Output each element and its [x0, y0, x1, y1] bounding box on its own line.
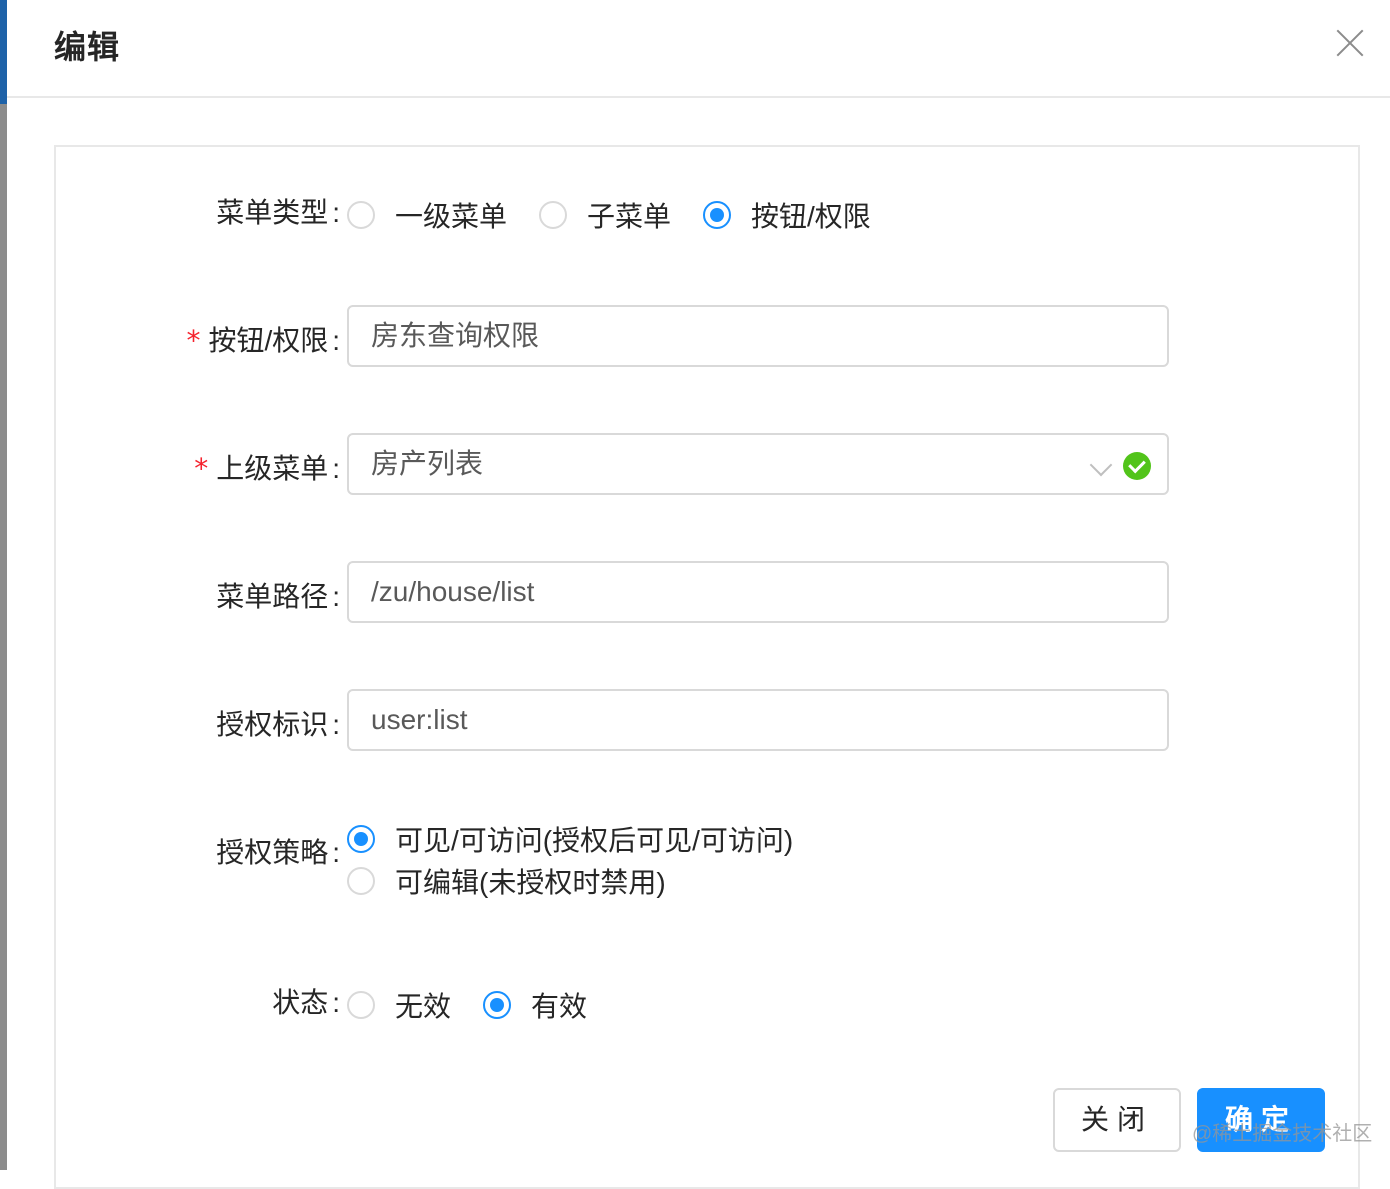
auth-strategy-row: 授权策略: 可见/可访问(授权后可见/可访问) 可编辑(未授权时禁用)	[56, 813, 1358, 898]
radio-circle-selected	[347, 825, 375, 853]
radio-label: 有效	[531, 991, 588, 1022]
edit-modal: 编辑 菜单类型: 一级菜单 子菜单 按钮/权限 *按钮/权限: 房东查询权限	[7, 0, 1390, 1189]
button-permission-label: * 按钮/权限:	[186, 324, 340, 357]
required-mark: *	[186, 324, 201, 357]
modal-header: 编辑	[7, 0, 1390, 98]
auth-strategy-label: 授权策略:	[216, 837, 340, 868]
radio-circle-selected	[483, 991, 511, 1019]
radio-editable[interactable]: 可编辑(未授权时禁用)	[347, 861, 666, 901]
parent-menu-value: 房产列表	[371, 448, 484, 479]
menu-path-row: 菜单路径: /zu/house/list	[56, 561, 1358, 623]
radio-valid[interactable]: 有效	[483, 985, 587, 1025]
radio-circle-selected	[703, 201, 731, 229]
check-circle-icon	[1123, 452, 1151, 480]
radio-label: 可编辑(未授权时禁用)	[395, 867, 666, 898]
auth-identifier-input[interactable]: user:list	[347, 689, 1169, 751]
radio-circle	[347, 867, 375, 895]
menu-path-label: 菜单路径:	[216, 581, 340, 612]
background-page-edge-header	[0, 0, 7, 104]
radio-circle	[347, 201, 375, 229]
status-label: 状态:	[272, 987, 340, 1018]
form-panel: 菜单类型: 一级菜单 子菜单 按钮/权限 * 按钮/权限: 房东查询权限 * 上级菜…	[54, 145, 1360, 1189]
radio-visible-accessible[interactable]: 可见/可访问(授权后可见/可访问)	[347, 819, 793, 859]
status-row: 状态: 无效 有效	[56, 981, 1358, 1022]
radio-label: 子菜单	[587, 201, 672, 232]
auth-identifier-row: 授权标识: user:list	[56, 689, 1358, 751]
modal-title: 编辑	[54, 29, 121, 65]
radio-circle	[347, 991, 375, 1019]
menu-type-row: 菜单类型: 一级菜单 子菜单 按钮/权限	[56, 191, 1358, 232]
watermark: @稀土掘金技术社区	[1192, 1123, 1373, 1145]
radio-circle	[539, 201, 567, 229]
chevron-down-icon	[1089, 453, 1113, 477]
radio-invalid[interactable]: 无效	[347, 985, 451, 1025]
radio-label: 可见/可访问(授权后可见/可访问)	[395, 825, 794, 856]
parent-menu-select[interactable]: 房产列表	[347, 433, 1169, 495]
menu-type-label: 菜单类型:	[216, 197, 340, 228]
parent-menu-label: * 上级菜单:	[194, 452, 340, 485]
button-permission-input[interactable]: 房东查询权限	[347, 305, 1169, 367]
radio-button-permission[interactable]: 按钮/权限	[703, 195, 871, 235]
background-page-edge	[0, 0, 7, 1170]
button-permission-row: * 按钮/权限: 房东查询权限	[56, 305, 1358, 367]
radio-sub-menu[interactable]: 子菜单	[539, 195, 671, 235]
required-mark: *	[194, 452, 209, 485]
radio-label: 一级菜单	[395, 201, 508, 232]
menu-path-input[interactable]: /zu/house/list	[347, 561, 1169, 623]
close-icon[interactable]	[1335, 28, 1365, 58]
auth-identifier-label: 授权标识:	[216, 709, 340, 740]
parent-menu-row: * 上级菜单: 房产列表	[56, 433, 1358, 495]
close-button[interactable]: 关闭	[1053, 1088, 1181, 1152]
radio-label: 无效	[395, 991, 452, 1022]
radio-label: 按钮/权限	[751, 201, 871, 232]
radio-top-level-menu[interactable]: 一级菜单	[347, 195, 507, 235]
